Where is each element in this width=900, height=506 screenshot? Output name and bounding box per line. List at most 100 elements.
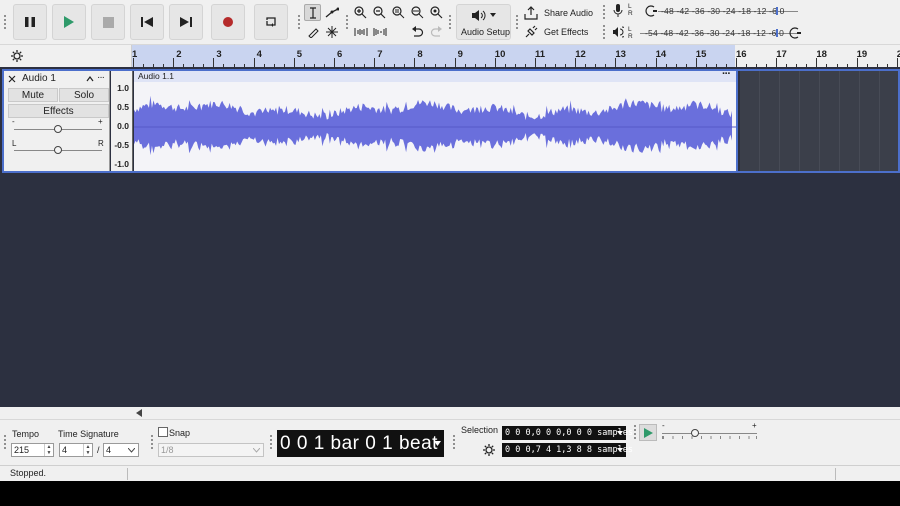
status-bar: Stopped. (0, 465, 900, 481)
loop-button[interactable] (254, 4, 288, 40)
envelope-tool-button[interactable] (323, 4, 340, 21)
ruler-tick (414, 58, 416, 67)
status-divider (835, 468, 836, 480)
pause-button[interactable] (13, 4, 47, 40)
tempo-input[interactable]: 215 ▲ ▼ (11, 443, 54, 457)
fit-selection-button[interactable] (390, 4, 407, 21)
spin-arrows-icon[interactable]: ▲ ▼ (44, 444, 53, 456)
channel-r-label: R (628, 10, 633, 17)
audio-setup-button[interactable]: Audio Setup (456, 4, 511, 40)
close-icon[interactable] (8, 75, 16, 83)
waveform[interactable] (134, 83, 736, 171)
track-menu-icon[interactable]: ··· (97, 72, 105, 83)
ruler-label: 10 (494, 49, 506, 60)
toolbar-grip[interactable] (297, 14, 301, 30)
toolbar-grip[interactable] (633, 424, 637, 440)
toolbar-grip[interactable] (3, 434, 7, 450)
play-at-speed-button[interactable] (639, 424, 657, 441)
stop-button[interactable] (91, 4, 125, 40)
toolbar-grip[interactable] (448, 14, 452, 30)
time-display[interactable]: 0 0 1 bar 0 1 beat (277, 430, 444, 457)
pan-slider-thumb[interactable] (54, 146, 62, 154)
play-button[interactable] (52, 4, 86, 40)
share-audio-button[interactable]: Share Audio (524, 4, 593, 21)
ruler-tick (334, 58, 335, 67)
chevron-down-icon (253, 448, 260, 453)
ruler-tick (374, 58, 376, 67)
ruler-label: 17 (776, 49, 787, 60)
track-control-panel[interactable]: Audio 1 ··· Mute Solo Effects - + L R (4, 71, 110, 171)
audio-clip[interactable]: Audio 1.1 ··· (134, 69, 738, 171)
monitor-toggle-icon[interactable] (645, 5, 657, 17)
chevron-down-icon[interactable] (434, 441, 441, 446)
monitor-toggle-icon[interactable] (789, 27, 801, 39)
horizontal-scrollbar[interactable] (132, 407, 900, 419)
speed-plus-label: + (752, 421, 757, 430)
zoom-in-button[interactable] (352, 4, 369, 21)
time-signature-numerator[interactable]: 4 ▲ ▼ (59, 443, 93, 457)
denominator-value: 4 (106, 445, 112, 455)
fit-project-button[interactable] (409, 4, 426, 21)
gear-icon[interactable] (11, 50, 23, 62)
snap-checkbox[interactable] (158, 427, 168, 437)
chevron-down-icon[interactable] (617, 448, 623, 452)
tempo-label: Tempo (12, 429, 40, 439)
zoom-out-button[interactable] (371, 4, 388, 21)
time-signature-label: Time Signature (58, 429, 119, 439)
upload-icon (524, 5, 538, 20)
trim-icon (354, 27, 367, 36)
record-icon (223, 17, 233, 27)
toolbar-grip[interactable] (602, 24, 606, 40)
timeline-ruler[interactable]: 1234567891011121314151617181920 (0, 45, 900, 67)
ruler-label: 14 (655, 49, 667, 60)
track-area[interactable]: Audio 1 ··· Mute Solo Effects - + L R 1.… (0, 67, 900, 407)
skip-to-start-button[interactable] (130, 4, 164, 40)
scroll-left-icon[interactable] (136, 409, 142, 417)
zoom-selection-icon (392, 6, 405, 19)
toolbar-grip[interactable] (269, 434, 273, 450)
toolbar-grip[interactable] (150, 434, 154, 450)
clip-header[interactable]: Audio 1.1 ··· (134, 69, 736, 82)
toolbar-grip[interactable] (452, 434, 456, 450)
collapse-icon[interactable] (86, 76, 94, 82)
record-button[interactable] (211, 4, 245, 40)
mute-button[interactable]: Mute (8, 88, 58, 102)
ruler-track[interactable]: 1234567891011121314151617181920 (132, 45, 900, 67)
status-divider (127, 468, 128, 480)
selection-start[interactable]: 0 0 0,0 0 0,0 0 0 samples (502, 426, 633, 440)
skip-to-end-button[interactable] (169, 4, 203, 40)
get-effects-button[interactable]: Get Effects (524, 23, 588, 40)
envelope-icon (325, 7, 339, 17)
silence-audio-button[interactable] (371, 23, 388, 40)
chevron-down-icon[interactable] (617, 431, 623, 435)
toolbar-grip[interactable] (3, 14, 7, 30)
trim-audio-button[interactable] (352, 23, 369, 40)
toolbar-grip[interactable] (602, 4, 606, 20)
time-signature-denominator[interactable]: 4 (103, 443, 139, 457)
gain-slider-thumb[interactable] (54, 125, 62, 133)
zoom-toggle-button[interactable] (428, 4, 445, 21)
gear-icon[interactable] (483, 444, 495, 456)
undo-button[interactable] (409, 23, 426, 40)
toolbar-grip[interactable] (515, 14, 519, 30)
redo-button[interactable] (428, 23, 445, 40)
multi-tool-button[interactable] (323, 23, 340, 40)
scale-label: -1.0 (114, 159, 129, 169)
speed-minus-label: - (662, 421, 665, 430)
vertical-scale[interactable]: 1.0 0.5 0.0 -0.5 -1.0 (111, 71, 133, 171)
selection-end[interactable]: 0 0 0,7 4 1,3 8 8 samples (502, 443, 633, 457)
toolbar-grip[interactable] (345, 14, 349, 30)
empty-track-region[interactable] (740, 71, 898, 171)
ruler-label: 3 (216, 49, 222, 60)
spin-arrows-icon[interactable]: ▲ ▼ (83, 444, 92, 456)
solo-button[interactable]: Solo (59, 88, 109, 102)
selection-tool-button[interactable] (304, 4, 321, 21)
playback-speed-slider[interactable] (662, 433, 757, 434)
draw-tool-button[interactable] (304, 23, 321, 40)
audio-track[interactable]: Audio 1 ··· Mute Solo Effects - + L R 1.… (2, 69, 900, 173)
ruler-label: 7 (377, 49, 383, 60)
clip-menu-icon[interactable]: ··· (722, 69, 731, 80)
effects-button[interactable]: Effects (8, 104, 109, 118)
snap-select[interactable]: 1/8 (158, 443, 264, 457)
track-name[interactable]: Audio 1 (22, 73, 56, 84)
